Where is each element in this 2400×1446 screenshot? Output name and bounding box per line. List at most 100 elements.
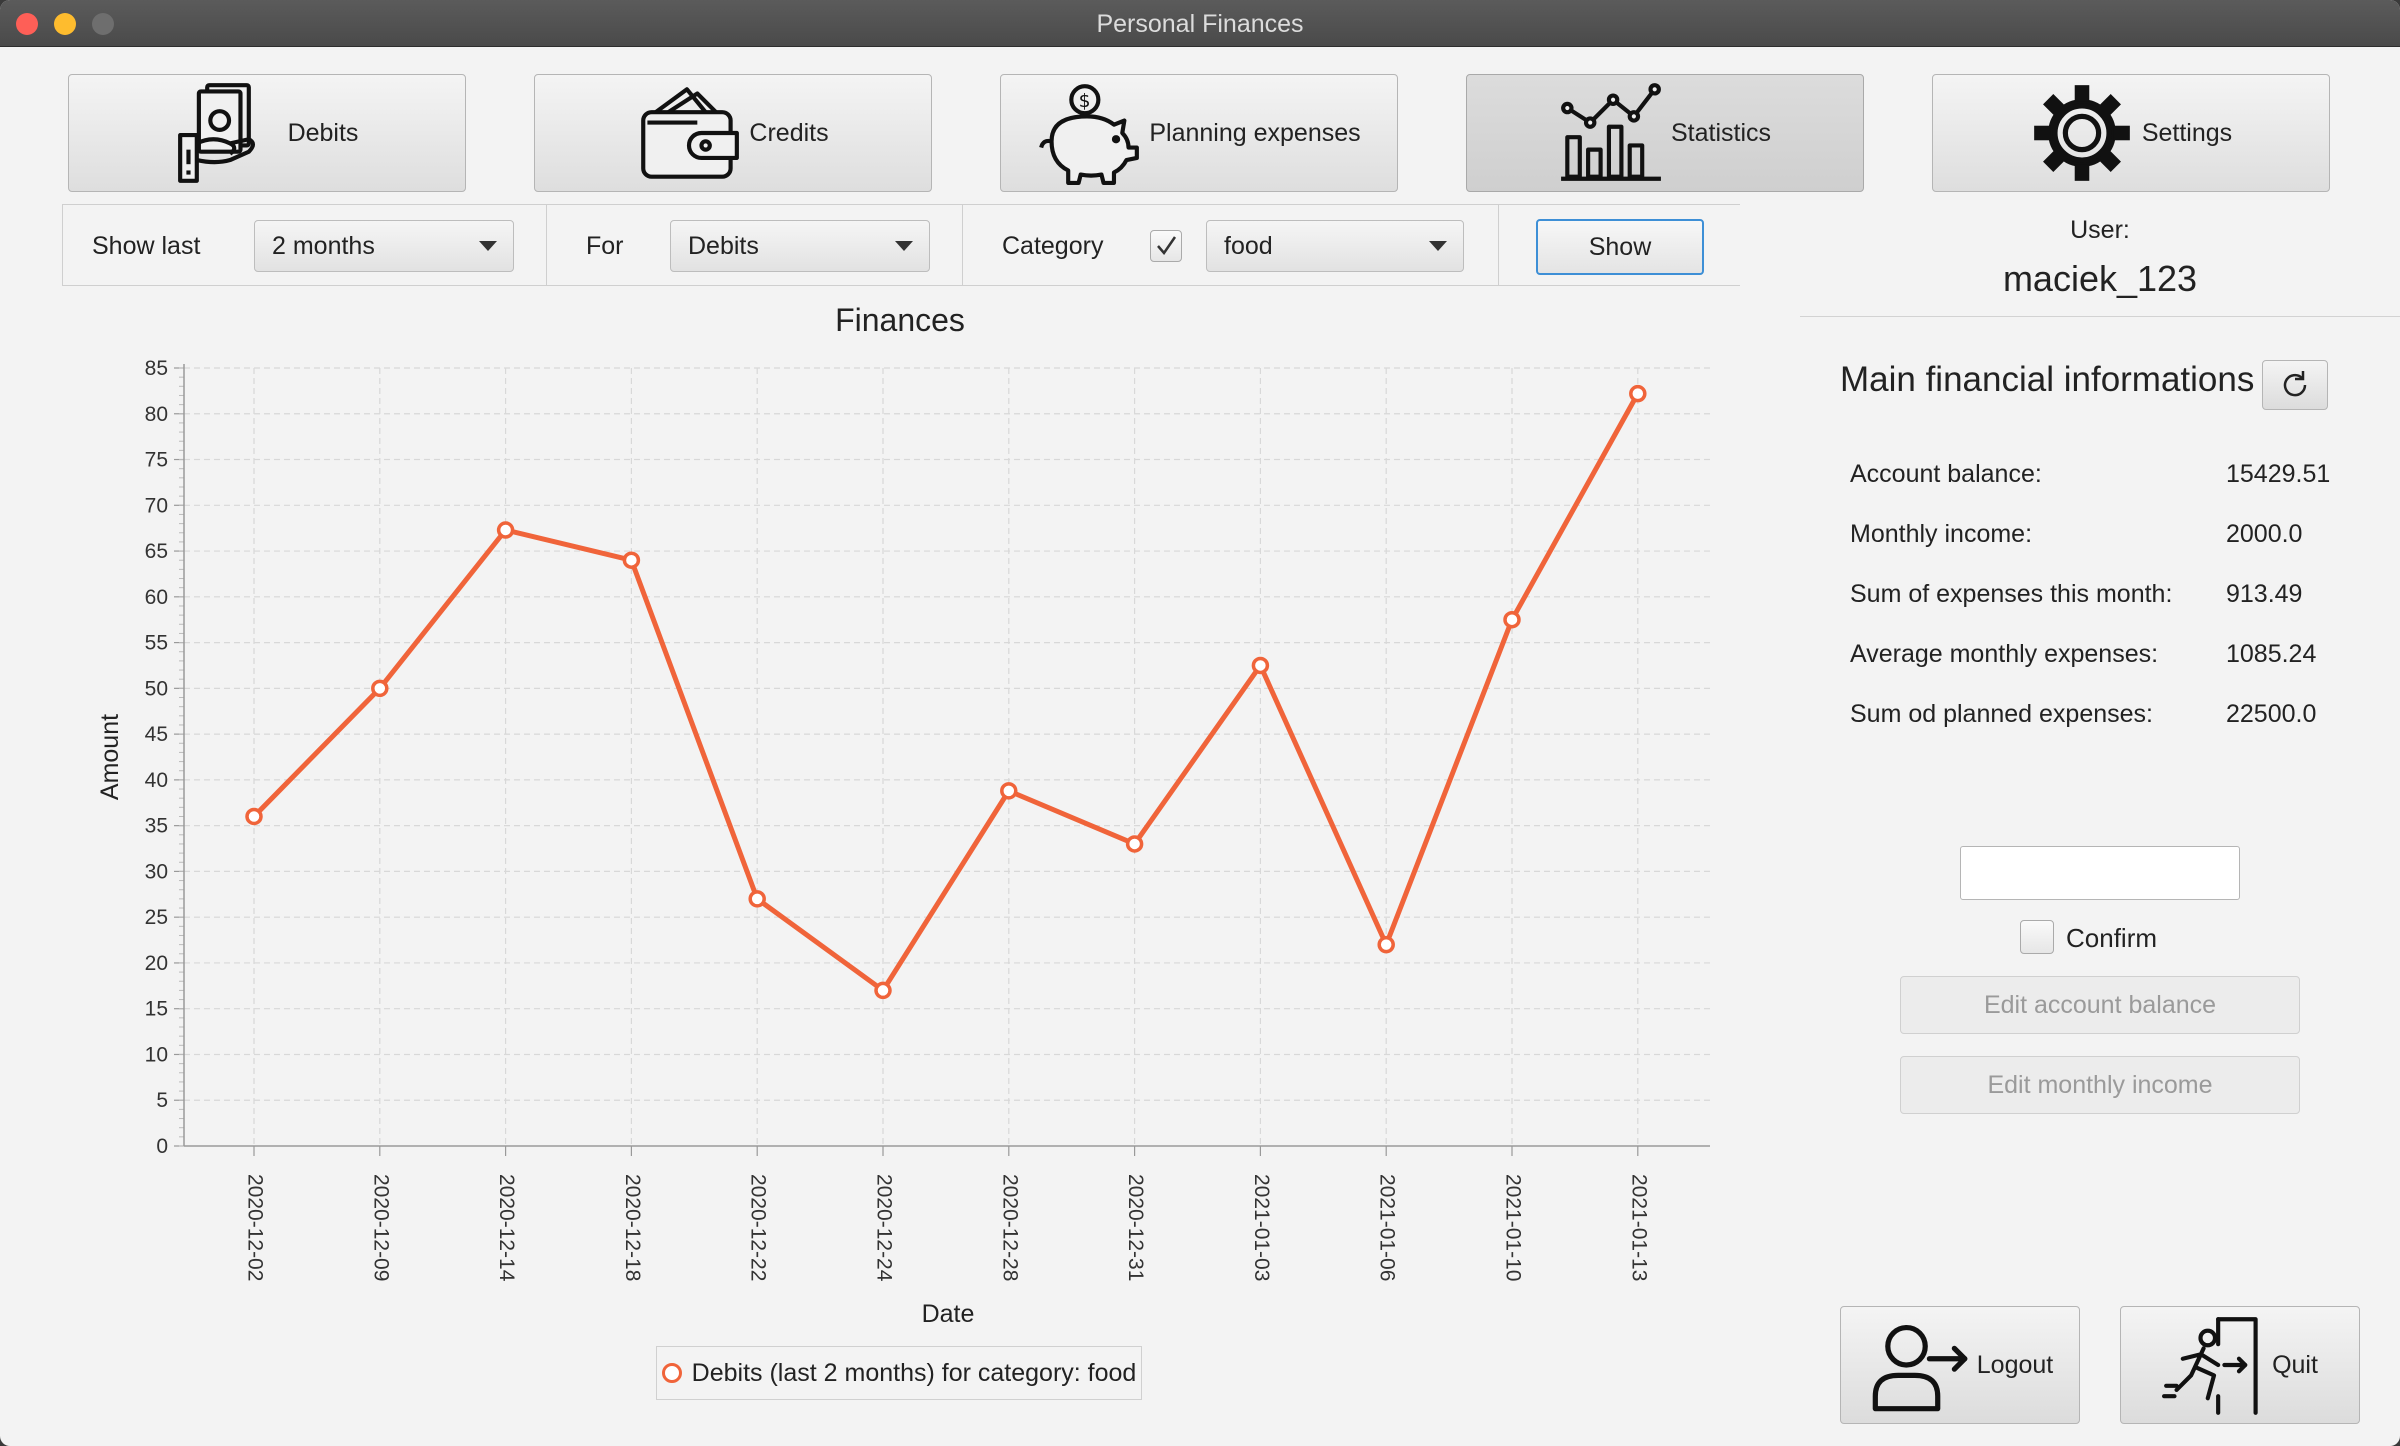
refresh-icon [2283, 371, 2307, 397]
show-last-value: 2 months [272, 232, 375, 260]
y-tick-label: 45 [145, 723, 168, 746]
category-label: Category [1002, 232, 1104, 260]
info-value: 22500.0 [2226, 700, 2317, 728]
logout-button[interactable]: Logout [1840, 1306, 2080, 1424]
chevron-down-icon [479, 241, 497, 251]
show-last-select[interactable]: 2 months [254, 220, 514, 272]
edit-monthly-income-button[interactable]: Edit monthly income [1900, 1056, 2300, 1114]
divider [962, 205, 963, 285]
legend-label: Debits (last 2 months) for category: foo… [691, 1358, 1137, 1387]
x-axis-label: Date [922, 1300, 975, 1328]
x-tick-label: 2021-01-13 [1627, 1174, 1650, 1281]
data-point [1251, 656, 1270, 675]
y-tick-label: 15 [145, 998, 168, 1021]
y-tick-label: 80 [145, 403, 168, 426]
info-key: Sum od planned expenses: [1850, 700, 2153, 728]
y-tick-label: 10 [145, 1043, 168, 1066]
window-title: Personal Finances [1096, 10, 1304, 38]
info-row: Sum od planned expenses: 22500.0 [1850, 700, 2370, 740]
info-row: Average monthly expenses: 1085.24 [1850, 640, 2370, 680]
x-tick-label: 2020-12-14 [495, 1174, 518, 1282]
series-line [252, 392, 1640, 993]
info-key: Average monthly expenses: [1850, 640, 2159, 668]
quit-label: Quit [2272, 1350, 2318, 1379]
x-tick-label: 2020-12-09 [369, 1174, 392, 1281]
data-point [1125, 835, 1144, 853]
username: maciek_123 [2002, 258, 2198, 299]
credits-button[interactable]: Credits [534, 74, 932, 192]
info-value: 15429.51 [2226, 460, 2331, 488]
info-key: Sum of expenses this month: [1850, 580, 2173, 608]
x-tick-label: 2020-12-24 [872, 1174, 895, 1282]
quit-button[interactable]: Quit [2120, 1306, 2360, 1424]
value-input[interactable] [1960, 846, 2240, 900]
app-window: Personal Finances Debits Credits $ Plann… [0, 0, 2400, 1446]
data-point [622, 551, 641, 569]
credits-label: Credits [749, 118, 829, 147]
x-tick-label: 2020-12-18 [621, 1174, 644, 1281]
info-key: Account balance: [1850, 460, 2042, 488]
data-point [245, 807, 263, 826]
y-tick-label: 70 [145, 494, 168, 517]
divider [1800, 316, 2400, 317]
data-point [1377, 935, 1395, 954]
category-select[interactable]: food [1206, 220, 1464, 272]
debits-label: Debits [287, 118, 359, 147]
settings-label: Settings [2141, 118, 2233, 147]
divider [546, 205, 547, 285]
y-tick-label: 20 [145, 952, 168, 975]
bar-chart-icon [1561, 83, 1661, 181]
info-key: Monthly income: [1850, 520, 2033, 548]
confirm-checkbox[interactable] [2020, 920, 2054, 954]
x-tick-label: 2020-12-02 [243, 1174, 266, 1281]
y-tick-label: 65 [145, 540, 168, 563]
legend-marker [661, 1363, 682, 1383]
x-tick-label: 2020-12-28 [998, 1174, 1021, 1281]
show-button[interactable]: Show [1536, 219, 1704, 275]
statistics-button[interactable]: Statistics [1466, 74, 1864, 192]
wallet-icon [641, 87, 740, 179]
divider [1498, 205, 1499, 285]
planning-expenses-button[interactable]: $ Planning expenses [1000, 74, 1398, 192]
chart-title: Finances [835, 302, 965, 338]
edit-account-balance-button[interactable]: Edit account balance [1900, 976, 2300, 1034]
svg-text:$: $ [1079, 91, 1091, 112]
planning-expenses-label: Planning expenses [1149, 118, 1361, 147]
info-row: Sum of expenses this month: 913.49 [1850, 580, 2370, 620]
statistics-label: Statistics [1670, 118, 1772, 147]
debits-button[interactable]: Debits [68, 74, 466, 192]
checkmark-icon [1157, 236, 1177, 256]
exit-running-icon [2162, 1317, 2258, 1415]
y-tick-label: 25 [145, 906, 168, 929]
data-point [874, 981, 892, 1000]
confirm-label: Confirm [2066, 923, 2158, 953]
info-value: 1085.24 [2226, 640, 2317, 668]
settings-button[interactable]: Settings [1932, 74, 2330, 192]
data-point [1000, 782, 1018, 800]
chart-legend: Debits (last 2 months) for category: foo… [656, 1346, 1142, 1400]
for-label: For [586, 232, 624, 260]
data-point [1629, 384, 1647, 403]
y-tick-label: 55 [145, 632, 168, 655]
x-tick-label: 2021-01-06 [1376, 1174, 1399, 1281]
y-tick-label: 35 [145, 815, 168, 838]
for-value: Debits [688, 232, 759, 260]
logout-label: Logout [1976, 1350, 2054, 1379]
refresh-button[interactable] [2262, 360, 2328, 410]
x-tick-label: 2021-01-03 [1250, 1174, 1273, 1281]
y-tick-label: 0 [156, 1135, 168, 1158]
category-checkbox[interactable] [1150, 230, 1182, 262]
x-tick-label: 2020-12-22 [747, 1174, 770, 1281]
cash-hand-icon [177, 83, 255, 183]
info-row: Monthly income: 2000.0 [1850, 520, 2370, 560]
show-last-label: Show last [92, 232, 201, 260]
data-point [496, 521, 515, 539]
chevron-down-icon [895, 241, 913, 251]
for-select[interactable]: Debits [670, 220, 930, 272]
chevron-down-icon [1429, 241, 1447, 251]
divider [62, 205, 63, 285]
data-point [748, 890, 766, 908]
line-chart: 0 5 10 15 20 25 30 35 40 45 50 55 60 65 70 75 80 85 2020-1… [96, 357, 1710, 1328]
category-value: food [1224, 232, 1273, 260]
info-row: Account balance: 15429.51 [1850, 460, 2370, 500]
